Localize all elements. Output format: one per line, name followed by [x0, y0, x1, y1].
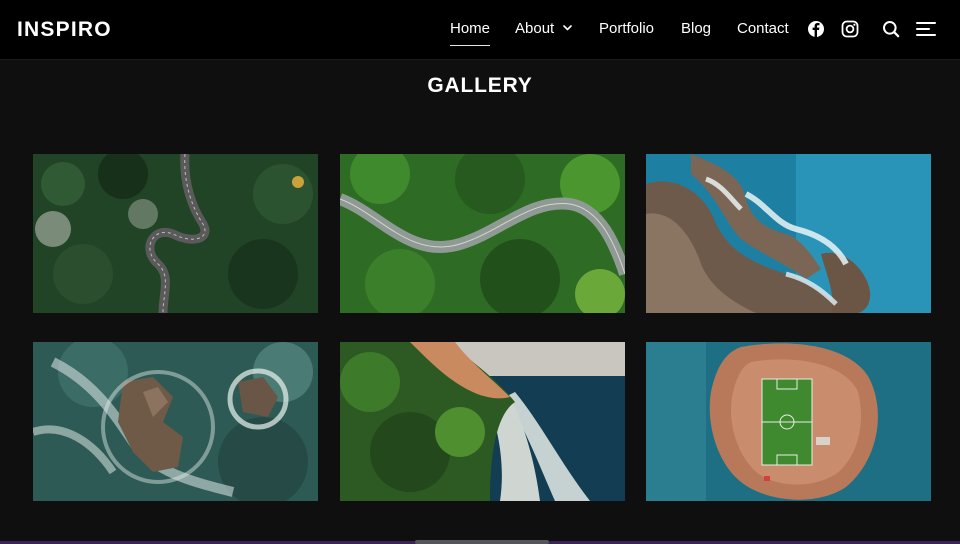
gallery-image-island-football-pitch[interactable] [646, 342, 931, 501]
gallery-image-road-through-forest[interactable] [340, 154, 625, 313]
horizontal-scrollbar[interactable] [415, 540, 549, 544]
nav-item-label: Portfolio [599, 20, 655, 37]
nav-item-label: Contact [737, 20, 789, 37]
site-logo[interactable]: INSPIRO [17, 18, 112, 42]
nav-item-blog[interactable]: Blog [681, 20, 711, 38]
instagram-icon[interactable] [840, 19, 860, 39]
site-header: INSPIRO Home About Portfolio Blog Contac… [0, 0, 960, 60]
nav-item-label: Blog [681, 20, 712, 37]
gallery-image-rocks-in-surf[interactable] [33, 342, 318, 501]
chevron-down-icon [563, 25, 573, 31]
nav-item-contact[interactable]: Contact [737, 20, 789, 38]
nav-item-home[interactable]: Home [450, 20, 491, 46]
page: INSPIRO Home About Portfolio Blog Contac… [0, 0, 960, 544]
nav-item-label: Home [450, 20, 491, 37]
gallery-title: GALLERY [427, 74, 533, 97]
menu-icon[interactable] [915, 19, 937, 39]
gallery-image-rocky-coast-waves[interactable] [646, 154, 931, 313]
facebook-icon[interactable] [806, 19, 826, 39]
nav-item-portfolio[interactable]: Portfolio [599, 20, 654, 38]
nav-item-label: About [515, 20, 555, 37]
gallery-image-winding-road-forest[interactable] [33, 154, 318, 313]
search-icon[interactable] [881, 19, 901, 39]
nav-item-about[interactable]: About [515, 20, 573, 38]
gallery-image-cliff-beach[interactable] [340, 342, 625, 501]
